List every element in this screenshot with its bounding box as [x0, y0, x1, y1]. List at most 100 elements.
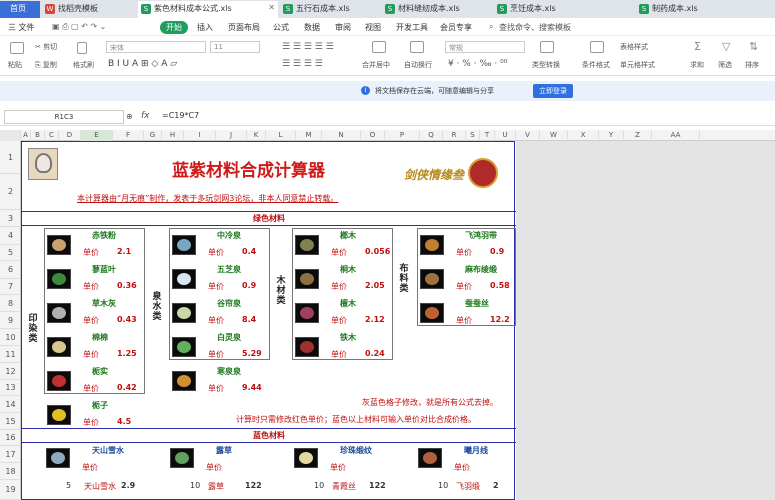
- format-painter-icon[interactable]: [77, 42, 87, 54]
- row-header[interactable]: 19: [0, 480, 21, 500]
- row-header[interactable]: 4: [0, 227, 21, 245]
- row-header[interactable]: 8: [0, 295, 21, 312]
- row19-qty[interactable]: 10: [190, 481, 200, 490]
- paste-icon[interactable]: [10, 42, 24, 54]
- menu-view[interactable]: 视图: [365, 22, 381, 33]
- tab-active-document[interactable]: S 紫色材料成本公式.xls ✕: [138, 1, 278, 18]
- column-header[interactable]: A: [21, 130, 31, 141]
- water-material-price[interactable]: 9.44: [242, 383, 262, 392]
- menu-home[interactable]: 开始: [160, 21, 188, 34]
- column-header[interactable]: O: [361, 130, 385, 141]
- menu-member[interactable]: 会员专享: [440, 22, 472, 33]
- row19-qty[interactable]: 10: [438, 481, 448, 490]
- cloth-material-price[interactable]: 12.2: [490, 315, 510, 324]
- row-header[interactable]: 1: [0, 141, 21, 174]
- wrap-icon[interactable]: [410, 41, 424, 53]
- menu-data[interactable]: 数据: [304, 22, 320, 33]
- column-header[interactable]: J: [216, 130, 247, 141]
- cloth-material-price[interactable]: 0.58: [490, 281, 510, 290]
- font-style-buttons[interactable]: B I U A ⊞ ◇ A ▱: [108, 59, 177, 69]
- row-header[interactable]: 15: [0, 413, 21, 430]
- menu-developer[interactable]: 开发工具: [396, 22, 428, 33]
- filter-icon[interactable]: ▽: [722, 40, 730, 53]
- merge-icon[interactable]: [372, 41, 386, 53]
- table-style-button[interactable]: 表格样式: [620, 42, 648, 52]
- search-icon[interactable]: ⌕: [489, 22, 493, 32]
- select-all-corner[interactable]: [0, 130, 21, 141]
- column-header[interactable]: V: [516, 130, 540, 141]
- row-header[interactable]: 13: [0, 380, 21, 396]
- tab-document[interactable]: S 烹饪成本.xls: [494, 1, 634, 18]
- water-material-price[interactable]: 5.29: [242, 349, 262, 358]
- cut-button[interactable]: ✂ 剪切: [35, 42, 57, 52]
- conditional-format-icon[interactable]: [590, 41, 604, 53]
- row19-qty[interactable]: 5: [66, 481, 71, 490]
- row-header[interactable]: 6: [0, 261, 21, 279]
- row19-value[interactable]: 2.9: [121, 481, 135, 490]
- column-header[interactable]: R: [443, 130, 466, 141]
- empty-sheet-area[interactable]: [516, 141, 775, 500]
- column-header[interactable]: L: [266, 130, 296, 141]
- font-size-select[interactable]: 11: [210, 41, 260, 53]
- wood-material-price[interactable]: 0.056: [365, 247, 390, 256]
- sort-icon[interactable]: ⇅: [749, 40, 758, 53]
- sort-button[interactable]: 排序: [745, 60, 759, 70]
- sum-icon[interactable]: Σ: [694, 40, 701, 53]
- wood-material-price[interactable]: 2.05: [365, 281, 385, 290]
- row-header[interactable]: 5: [0, 245, 21, 261]
- row-header[interactable]: 18: [0, 463, 21, 480]
- menu-formulas[interactable]: 公式: [273, 22, 289, 33]
- row19-value[interactable]: 122: [245, 481, 262, 490]
- wrap-button[interactable]: 自动换行: [404, 60, 432, 70]
- dye-material-price[interactable]: 4.5: [117, 417, 131, 426]
- column-header[interactable]: AA: [652, 130, 700, 141]
- row-header[interactable]: 10: [0, 329, 21, 346]
- tab-document[interactable]: S 五行石成本.xls: [280, 1, 380, 18]
- row-header[interactable]: 9: [0, 312, 21, 329]
- number-format-select[interactable]: 常规: [445, 41, 525, 53]
- dye-material-price[interactable]: 0.43: [117, 315, 137, 324]
- row-header[interactable]: 12: [0, 363, 21, 380]
- column-header[interactable]: E: [81, 130, 113, 141]
- copy-button[interactable]: ⎘ 复制: [35, 60, 57, 70]
- column-header[interactable]: P: [385, 130, 420, 141]
- cell-style-button[interactable]: 单元格样式: [620, 60, 655, 70]
- column-header[interactable]: M: [296, 130, 322, 141]
- column-header[interactable]: I: [184, 130, 216, 141]
- menu-review[interactable]: 审阅: [335, 22, 351, 33]
- quick-access-icons[interactable]: ▣ ⎙ ▢ ↶ ↷ ⌄: [52, 22, 106, 32]
- wood-material-price[interactable]: 2.12: [365, 315, 385, 324]
- column-header[interactable]: Z: [624, 130, 652, 141]
- column-header[interactable]: B: [31, 130, 45, 141]
- dye-material-price[interactable]: 1.25: [117, 349, 137, 358]
- row19-qty[interactable]: 10: [314, 481, 324, 490]
- wood-material-price[interactable]: 0.24: [365, 349, 385, 358]
- column-header[interactable]: W: [540, 130, 568, 141]
- format-painter-button[interactable]: 格式刷: [73, 60, 94, 70]
- formula-input[interactable]: =C19*C7: [162, 111, 199, 120]
- tab-document[interactable]: S 制药成本.xls: [636, 1, 775, 18]
- water-material-price[interactable]: 8.4: [242, 315, 256, 324]
- column-header[interactable]: X: [568, 130, 599, 141]
- row-header[interactable]: 3: [0, 210, 21, 227]
- paste-button[interactable]: 粘贴: [8, 60, 22, 70]
- column-header[interactable]: D: [59, 130, 81, 141]
- row-header[interactable]: 11: [0, 346, 21, 363]
- command-search[interactable]: 查找命令、搜索模板: [499, 22, 571, 33]
- tab-document[interactable]: S 材料缝纫成本.xls: [382, 1, 492, 18]
- sum-button[interactable]: 求和: [690, 60, 704, 70]
- row-header[interactable]: 14: [0, 396, 21, 413]
- column-header[interactable]: T: [480, 130, 495, 141]
- tab-template[interactable]: W 找稻壳模板: [42, 1, 137, 18]
- merge-button[interactable]: 合并居中: [362, 60, 390, 70]
- row-header[interactable]: 16: [0, 430, 21, 446]
- column-header[interactable]: U: [495, 130, 516, 141]
- zoom-icon[interactable]: ⊕: [126, 112, 133, 121]
- close-icon[interactable]: ✕: [268, 3, 275, 12]
- fx-icon[interactable]: fx: [141, 111, 150, 121]
- menu-insert[interactable]: 插入: [197, 22, 213, 33]
- row-header[interactable]: 17: [0, 446, 21, 463]
- conditional-format-button[interactable]: 条件格式: [582, 60, 610, 70]
- convert-icon[interactable]: [540, 41, 554, 53]
- column-header[interactable]: Q: [420, 130, 443, 141]
